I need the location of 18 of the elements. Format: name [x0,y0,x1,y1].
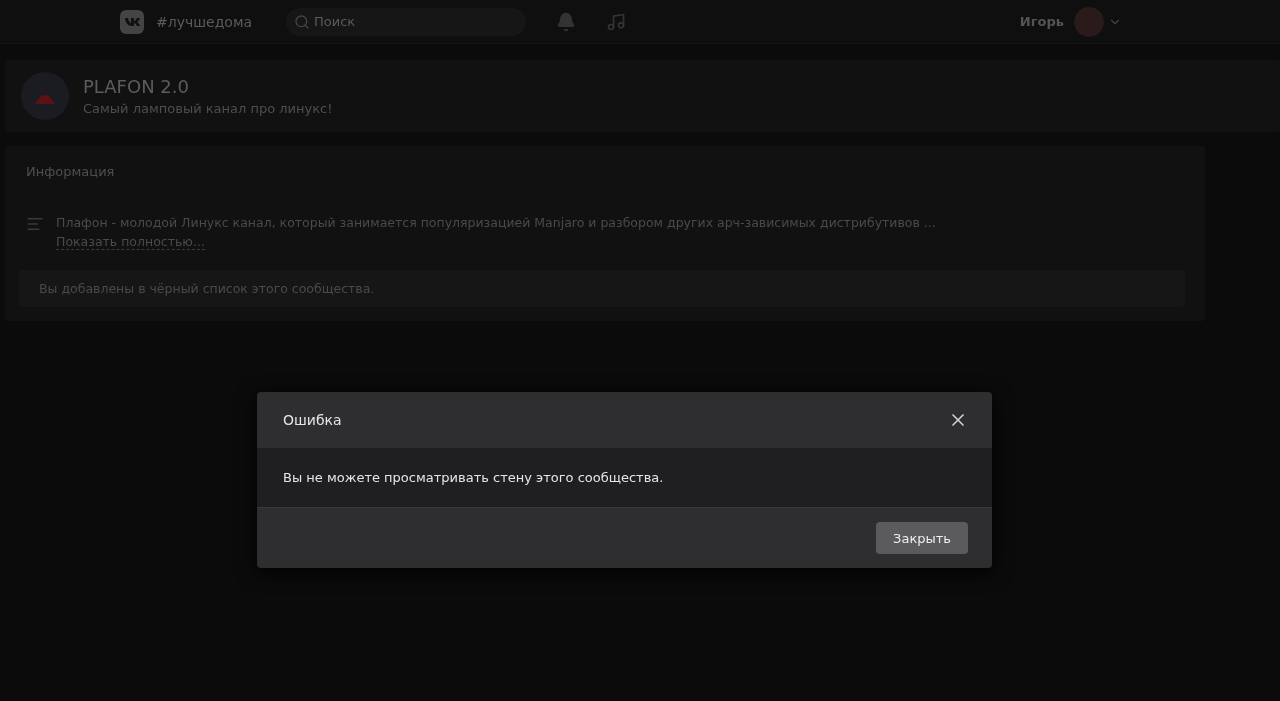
bell-icon[interactable] [556,11,576,32]
community-status: Самый ламповый канал про линукс! [83,101,333,116]
info-title: Информация [26,164,116,179]
text-lines-icon [26,215,44,233]
music-note-icon[interactable] [606,11,626,32]
hashtag-label[interactable]: #лучшедома [156,13,286,30]
vk-logo-icon[interactable] [120,9,144,34]
dialog-message: Вы не можете просматривать стену этого сообщества. [257,448,992,508]
description-text: Плафон - молодой Линукс канал, который занимается популяризацией Manjaro и разбором других арч-зависимых дистрибутивов ... [56,215,936,230]
community-avatar [21,72,69,120]
user-avatar[interactable] [1074,6,1104,37]
dialog-title: Ошибка [283,412,342,428]
user-name[interactable]: Игорь [1019,14,1064,29]
search-field[interactable]: Поиск [286,7,526,36]
community-name: PLAFON 2.0 [83,76,190,97]
search-icon [294,13,310,30]
show-more-link[interactable]: Показать полностью… [56,234,206,250]
close-button[interactable]: Закрыть [876,522,968,554]
